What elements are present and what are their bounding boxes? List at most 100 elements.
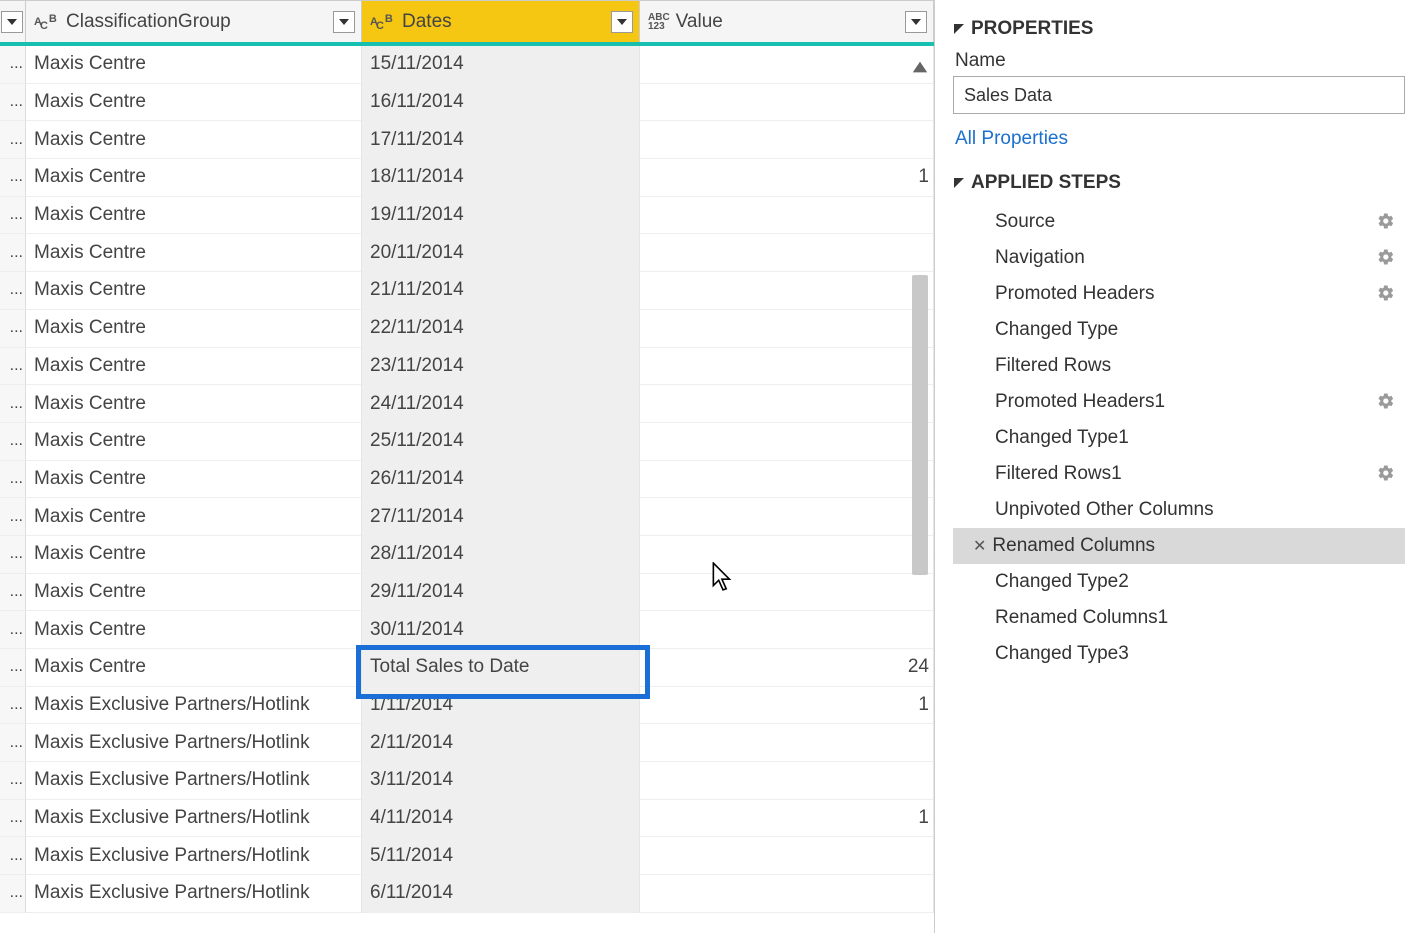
cell-classificationgroup[interactable]: Maxis Centre (26, 46, 362, 84)
table-row[interactable]: ...Maxis Exclusive Partners/Hotlink3/11/… (0, 762, 934, 800)
table-row[interactable]: ...Maxis Centre26/11/20141 (0, 461, 934, 499)
applied-step-item[interactable]: ✕Renamed Columns (953, 528, 1405, 564)
cell-classificationgroup[interactable]: Maxis Centre (26, 423, 362, 461)
cell-dates[interactable]: 4/11/2014 (362, 800, 640, 838)
row-number-cell[interactable]: ... (0, 423, 26, 461)
row-number-cell[interactable]: ... (0, 762, 26, 800)
table-row[interactable]: ...Maxis Centre18/11/20141 (0, 159, 934, 197)
cell-dates[interactable]: 6/11/2014 (362, 875, 640, 913)
cell-classificationgroup[interactable]: Maxis Exclusive Partners/Hotlink (26, 762, 362, 800)
cell-value[interactable] (640, 234, 934, 272)
rownum-filter-dropdown[interactable] (1, 11, 23, 33)
cell-classificationgroup[interactable]: Maxis Centre (26, 159, 362, 197)
vertical-scrollbar[interactable] (908, 50, 932, 933)
cell-value[interactable]: 1 (640, 385, 934, 423)
cell-value[interactable] (640, 762, 934, 800)
column-filter-dropdown[interactable] (611, 11, 633, 33)
cell-dates[interactable]: 5/11/2014 (362, 837, 640, 875)
gear-icon[interactable] (1377, 464, 1395, 488)
table-row[interactable]: ...Maxis Exclusive Partners/Hotlink6/11/… (0, 875, 934, 913)
row-number-cell[interactable]: ... (0, 611, 26, 649)
cell-value[interactable] (640, 574, 934, 612)
table-row[interactable]: ...Maxis Exclusive Partners/Hotlink1/11/… (0, 687, 934, 725)
applied-step-item[interactable]: Changed Type3 (953, 636, 1405, 672)
cell-dates[interactable]: 18/11/2014 (362, 159, 640, 197)
row-number-cell[interactable]: ... (0, 310, 26, 348)
row-number-cell[interactable]: ... (0, 837, 26, 875)
cell-dates[interactable]: Total Sales to Date (362, 649, 640, 687)
cell-classificationgroup[interactable]: Maxis Centre (26, 611, 362, 649)
cell-classificationgroup[interactable]: Maxis Centre (26, 649, 362, 687)
query-name-input[interactable] (953, 76, 1405, 114)
cell-value[interactable] (640, 310, 934, 348)
gear-icon[interactable] (1377, 392, 1395, 416)
cell-classificationgroup[interactable]: Maxis Exclusive Partners/Hotlink (26, 800, 362, 838)
cell-classificationgroup[interactable]: Maxis Centre (26, 461, 362, 499)
cell-value[interactable]: 1 (640, 348, 934, 386)
cell-value[interactable]: 1 (640, 800, 934, 838)
gear-icon[interactable] (1377, 212, 1395, 236)
cell-classificationgroup[interactable]: Maxis Centre (26, 498, 362, 536)
table-row[interactable]: ...Maxis Centre27/11/2014 (0, 498, 934, 536)
table-row[interactable]: ...Maxis Centre30/11/2014 (0, 611, 934, 649)
cell-classificationgroup[interactable]: Maxis Centre (26, 234, 362, 272)
cell-classificationgroup[interactable]: Maxis Centre (26, 536, 362, 574)
cell-dates[interactable]: 20/11/2014 (362, 234, 640, 272)
cell-value[interactable] (640, 197, 934, 235)
table-row[interactable]: ...Maxis Centre17/11/2014 (0, 121, 934, 159)
cell-classificationgroup[interactable]: Maxis Centre (26, 310, 362, 348)
applied-step-item[interactable]: Changed Type (953, 312, 1405, 348)
cell-dates[interactable]: 3/11/2014 (362, 762, 640, 800)
cell-classificationgroup[interactable]: Maxis Centre (26, 84, 362, 122)
applied-step-item[interactable]: Unpivoted Other Columns (953, 492, 1405, 528)
column-header-dates[interactable]: B Dates (362, 1, 640, 42)
table-row[interactable]: ...Maxis CentreTotal Sales to Date24 (0, 649, 934, 687)
table-row[interactable]: ...Maxis Centre16/11/2014 (0, 84, 934, 122)
applied-step-item[interactable]: Filtered Rows (953, 348, 1405, 384)
grid-body[interactable]: ...Maxis Centre15/11/2014...Maxis Centre… (0, 46, 934, 933)
cell-classificationgroup[interactable]: Maxis Exclusive Partners/Hotlink (26, 687, 362, 725)
row-number-cell[interactable]: ... (0, 498, 26, 536)
applied-step-item[interactable]: Renamed Columns1 (953, 600, 1405, 636)
row-number-cell[interactable]: ... (0, 348, 26, 386)
cell-classificationgroup[interactable]: Maxis Centre (26, 574, 362, 612)
table-row[interactable]: ...Maxis Centre24/11/20141 (0, 385, 934, 423)
cell-value[interactable] (640, 46, 934, 84)
row-number-cell[interactable]: ... (0, 536, 26, 574)
table-row[interactable]: ...Maxis Centre19/11/2014 (0, 197, 934, 235)
table-row[interactable]: ...Maxis Centre28/11/20141 (0, 536, 934, 574)
cell-value[interactable] (640, 611, 934, 649)
cell-classificationgroup[interactable]: Maxis Centre (26, 121, 362, 159)
cell-dates[interactable]: 16/11/2014 (362, 84, 640, 122)
cell-dates[interactable]: 22/11/2014 (362, 310, 640, 348)
cell-classificationgroup[interactable]: Maxis Exclusive Partners/Hotlink (26, 875, 362, 913)
cell-dates[interactable]: 28/11/2014 (362, 536, 640, 574)
cell-dates[interactable]: 1/11/2014 (362, 687, 640, 725)
row-number-cell[interactable]: ... (0, 159, 26, 197)
cell-value[interactable]: 1 (640, 159, 934, 197)
column-header-value[interactable]: ABC123 Value (640, 1, 934, 42)
cell-value[interactable]: 1 (640, 461, 934, 499)
cell-dates[interactable]: 15/11/2014 (362, 46, 640, 84)
cell-dates[interactable]: 21/11/2014 (362, 272, 640, 310)
applied-step-item[interactable]: Filtered Rows1 (953, 456, 1405, 492)
row-number-cell[interactable]: ... (0, 197, 26, 235)
column-header-classificationgroup[interactable]: B ClassificationGroup (26, 1, 362, 42)
cell-classificationgroup[interactable]: Maxis Centre (26, 272, 362, 310)
delete-step-icon[interactable]: ✕ (973, 536, 986, 556)
table-row[interactable]: ...Maxis Centre25/11/2014 (0, 423, 934, 461)
scroll-thumb[interactable] (912, 275, 928, 575)
scroll-up-button[interactable] (908, 50, 932, 84)
cell-dates[interactable]: 19/11/2014 (362, 197, 640, 235)
row-number-cell[interactable]: ... (0, 800, 26, 838)
cell-value[interactable] (640, 837, 934, 875)
cell-dates[interactable]: 26/11/2014 (362, 461, 640, 499)
all-properties-link[interactable]: All Properties (955, 128, 1405, 150)
table-row[interactable]: ...Maxis Centre15/11/2014 (0, 46, 934, 84)
cell-classificationgroup[interactable]: Maxis Exclusive Partners/Hotlink (26, 837, 362, 875)
cell-dates[interactable]: 2/11/2014 (362, 724, 640, 762)
table-row[interactable]: ...Maxis Centre29/11/2014 (0, 574, 934, 612)
applied-step-item[interactable]: Navigation (953, 240, 1405, 276)
row-number-cell[interactable]: ... (0, 385, 26, 423)
column-filter-dropdown[interactable] (333, 11, 355, 33)
